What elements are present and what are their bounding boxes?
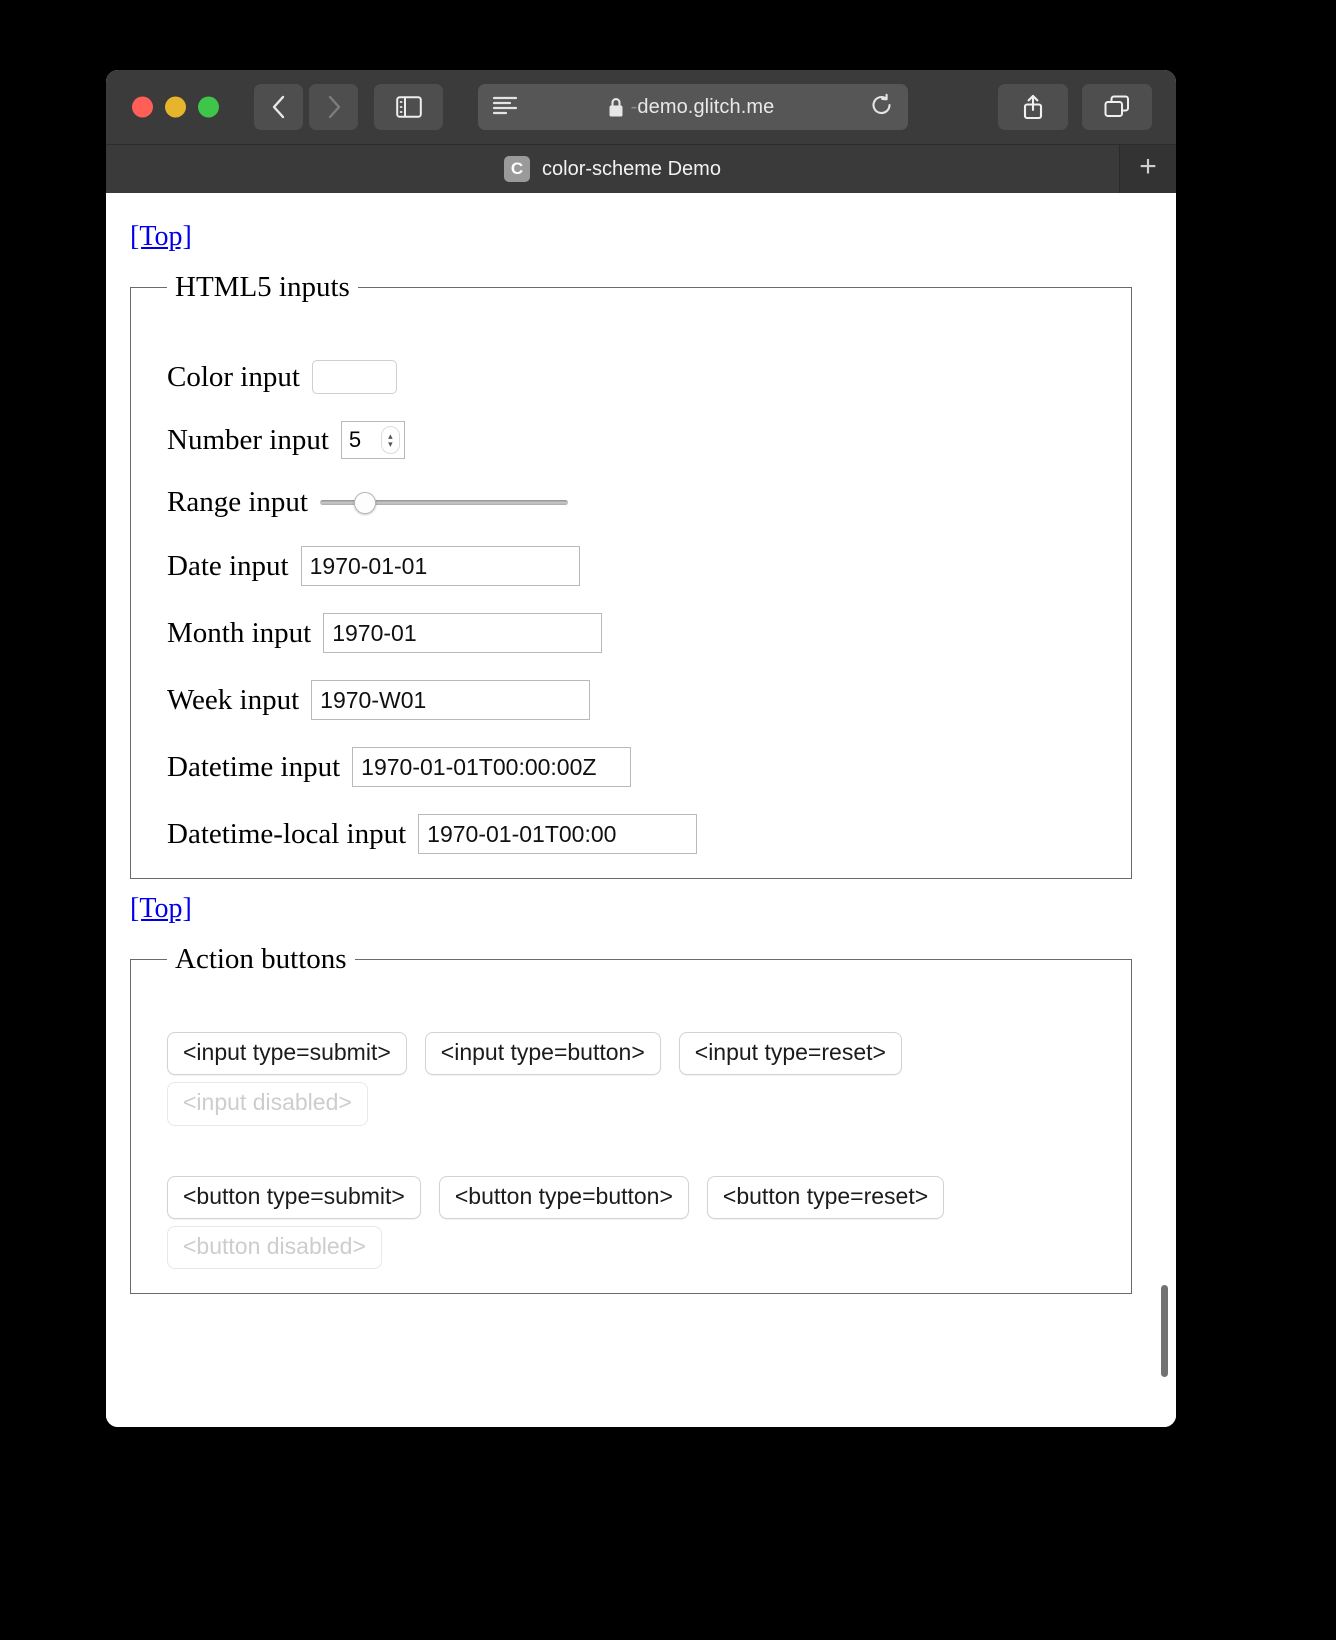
toolbar-right-buttons bbox=[998, 84, 1152, 130]
input-disabled-button: <input disabled> bbox=[167, 1082, 368, 1126]
close-window-button[interactable] bbox=[132, 96, 153, 118]
page-content: [Top] HTML5 inputs Color input Number in… bbox=[106, 193, 1176, 1427]
input-submit-button[interactable]: <input type=submit> bbox=[167, 1032, 407, 1076]
datetime-local-input[interactable]: 1970-01-01T00:00 bbox=[418, 814, 698, 854]
button-disabled-button: <button disabled> bbox=[167, 1225, 382, 1270]
forward-button[interactable] bbox=[309, 84, 358, 130]
week-input-label: Week input bbox=[167, 683, 300, 716]
page-viewport: [Top] HTML5 inputs Color input Number in… bbox=[106, 193, 1176, 1427]
datetime-local-input-label: Datetime-local input bbox=[167, 817, 407, 850]
url-display[interactable]: -demo.glitch.me bbox=[512, 96, 870, 119]
button-submit-button[interactable]: <button type=submit> bbox=[167, 1175, 421, 1219]
tab-color-scheme-demo[interactable]: C color-scheme Demo bbox=[106, 145, 1120, 193]
share-button[interactable] bbox=[998, 84, 1068, 130]
field-row-range: Range input bbox=[167, 486, 1109, 519]
window-controls bbox=[132, 96, 219, 118]
tab-overview-icon bbox=[1104, 95, 1129, 117]
html5-inputs-legend: HTML5 inputs bbox=[175, 271, 350, 303]
scrollbar-thumb[interactable] bbox=[1161, 1285, 1168, 1377]
week-input[interactable]: 1970-W01 bbox=[311, 680, 591, 720]
number-input-label: Number input bbox=[167, 423, 329, 456]
browser-toolbar: -demo.glitch.me bbox=[106, 70, 1176, 145]
tab-overview-button[interactable] bbox=[1082, 84, 1152, 130]
number-stepper[interactable]: ▴ ▾ bbox=[380, 426, 400, 454]
favicon: C bbox=[504, 156, 531, 182]
action-buttons-section: Action buttons <input type=submit> <inpu… bbox=[130, 943, 1132, 1295]
number-input-value: 5 bbox=[348, 427, 362, 452]
input-button-button[interactable]: <input type=button> bbox=[424, 1032, 661, 1076]
month-input[interactable]: 1970-01 bbox=[323, 613, 603, 653]
tab-title: color-scheme Demo bbox=[542, 157, 721, 180]
navigation-buttons bbox=[254, 84, 358, 130]
chevron-left-icon bbox=[272, 95, 284, 119]
range-thumb[interactable] bbox=[353, 491, 376, 514]
input-disabled-row: <input disabled> bbox=[167, 1082, 1109, 1126]
field-row-number: Number input 5 ▴ ▾ bbox=[167, 421, 1109, 459]
lock-icon bbox=[609, 97, 623, 116]
back-button[interactable] bbox=[254, 84, 303, 130]
range-input[interactable] bbox=[319, 491, 568, 514]
field-row-color: Color input bbox=[167, 360, 1109, 394]
new-tab-button[interactable]: + bbox=[1120, 145, 1176, 193]
maximize-window-button[interactable] bbox=[198, 96, 219, 118]
share-icon bbox=[1023, 94, 1043, 120]
html5-inputs-section: HTML5 inputs Color input Number input 5 … bbox=[130, 271, 1132, 879]
sidebar-toggle-icon bbox=[395, 96, 422, 118]
top-link-2[interactable]: [Top] bbox=[130, 893, 192, 925]
address-bar[interactable]: -demo.glitch.me bbox=[478, 84, 908, 130]
input-reset-button[interactable]: <input type=reset> bbox=[678, 1032, 902, 1076]
reload-icon[interactable] bbox=[870, 93, 894, 122]
desktop-backdrop: -demo.glitch.me C color-scheme Demo + [T… bbox=[0, 0, 1336, 1640]
color-input-label: Color input bbox=[167, 360, 300, 393]
field-row-date: Date input 1970-01-01 bbox=[167, 546, 1109, 586]
stepper-down-icon[interactable]: ▾ bbox=[388, 440, 393, 449]
field-row-week: Week input 1970-W01 bbox=[167, 680, 1109, 720]
button-elements-row: <button type=submit> <button type=button… bbox=[167, 1175, 1109, 1219]
action-buttons-legend: Action buttons bbox=[175, 943, 347, 975]
datetime-input[interactable]: 1970-01-01T00:00:00Z bbox=[352, 747, 632, 787]
top-link-1[interactable]: [Top] bbox=[130, 221, 192, 253]
tab-strip: C color-scheme Demo + bbox=[106, 145, 1176, 193]
minimize-window-button[interactable] bbox=[165, 96, 186, 118]
date-input[interactable]: 1970-01-01 bbox=[300, 546, 580, 586]
vertical-scrollbar[interactable] bbox=[1150, 193, 1176, 1427]
button-reset-button[interactable]: <button type=reset> bbox=[706, 1175, 945, 1219]
field-row-month: Month input 1970-01 bbox=[167, 613, 1109, 653]
color-input[interactable] bbox=[311, 360, 397, 394]
sidebar-toggle-button[interactable] bbox=[374, 84, 443, 130]
browser-window: -demo.glitch.me C color-scheme Demo + [T… bbox=[106, 70, 1176, 1427]
url-text: -demo.glitch.me bbox=[630, 95, 775, 118]
date-input-label: Date input bbox=[167, 549, 289, 582]
button-button-button[interactable]: <button type=button> bbox=[438, 1175, 689, 1219]
chevron-right-icon bbox=[328, 95, 340, 119]
number-input[interactable]: 5 ▴ ▾ bbox=[340, 421, 405, 459]
field-row-datetime: Datetime input 1970-01-01T00:00:00Z bbox=[167, 747, 1109, 787]
input-buttons-row: <input type=submit> <input type=button> … bbox=[167, 1032, 1109, 1076]
datetime-input-label: Datetime input bbox=[167, 750, 341, 783]
field-row-datetime-local: Datetime-local input 1970-01-01T00:00 bbox=[167, 814, 1109, 854]
button-disabled-row: <button disabled> bbox=[167, 1225, 1109, 1270]
month-input-label: Month input bbox=[167, 616, 312, 649]
range-input-label: Range input bbox=[167, 486, 308, 518]
